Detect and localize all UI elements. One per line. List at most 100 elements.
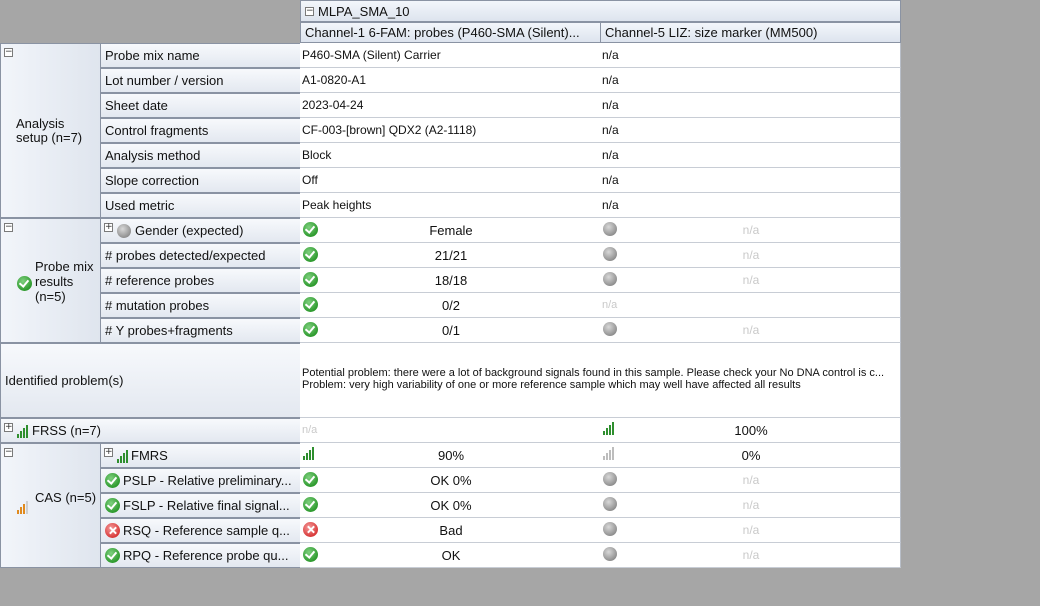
- cas-title: CAS (n=5): [35, 490, 97, 505]
- rpq-c1: OK: [300, 543, 601, 568]
- check-circle-icon: [303, 272, 318, 287]
- c5-value: n/a: [600, 93, 901, 118]
- c1-value: Off: [300, 168, 601, 193]
- fslp-c5: n/a: [600, 493, 901, 518]
- c1-value: Block: [300, 143, 601, 168]
- c5-value: n/a: [600, 118, 901, 143]
- row-label: Probe mix name: [100, 43, 301, 68]
- identified-problems-label: Identified problem(s): [0, 343, 301, 418]
- c5-value: n/a: [600, 168, 901, 193]
- channel5-label: Channel-5 LIZ: size marker (MM500): [605, 25, 818, 40]
- check-circle-icon: [17, 276, 32, 291]
- c1-value: CF-003-[brown] QDX2 (A2-1118): [300, 118, 601, 143]
- signal-bars-icon: [303, 446, 314, 460]
- sample-name: MLPA_SMA_10: [318, 3, 410, 19]
- probes-detected-c1: 21/21: [300, 243, 601, 268]
- frss-label[interactable]: + FRSS (n=7): [0, 418, 301, 443]
- c1-value: Peak heights: [300, 193, 601, 218]
- row-label: # reference probes: [100, 268, 301, 293]
- x-circle-icon: [303, 522, 318, 537]
- fmrs-label[interactable]: + FMRS: [100, 443, 301, 468]
- cas-group: − CAS (n=5): [0, 443, 101, 568]
- signal-bars-icon: [117, 449, 128, 463]
- pslp-label: PSLP - Relative preliminary...: [100, 468, 301, 493]
- expand-icon[interactable]: +: [104, 448, 113, 457]
- grey-circle-icon: [603, 497, 617, 511]
- signal-bars-icon: [17, 500, 28, 514]
- collapse-icon[interactable]: −: [305, 6, 314, 16]
- gender-c1: Female: [300, 218, 601, 243]
- pslp-c1: OK 0%: [300, 468, 601, 493]
- check-circle-icon: [303, 497, 318, 512]
- grey-circle-icon: [603, 522, 617, 536]
- mutation-probes-c1: 0/2: [300, 293, 601, 318]
- row-label: Sheet date: [100, 93, 301, 118]
- fmrs-c1: 90%: [300, 443, 601, 468]
- collapse-icon[interactable]: −: [4, 448, 13, 457]
- grey-circle-icon: [603, 322, 617, 336]
- channel5-header[interactable]: Channel-5 LIZ: size marker (MM500): [600, 22, 901, 43]
- grey-circle-icon: [603, 547, 617, 561]
- row-label: Analysis method: [100, 143, 301, 168]
- frss-c1: n/a: [300, 418, 601, 443]
- check-circle-icon: [105, 498, 120, 513]
- signal-bars-icon: [603, 446, 614, 460]
- c1-value: 2023-04-24: [300, 93, 601, 118]
- row-label: # probes detected/expected: [100, 243, 301, 268]
- check-circle-icon: [303, 247, 318, 262]
- c1-value: A1-0820-A1: [300, 68, 601, 93]
- grey-circle-icon: [603, 247, 617, 261]
- fslp-label: FSLP - Relative final signal...: [100, 493, 301, 518]
- channel1-label: Channel-1 6-FAM: probes (P460-SMA (Silen…: [305, 25, 580, 40]
- expand-icon[interactable]: +: [104, 223, 113, 232]
- expand-icon[interactable]: +: [4, 423, 13, 432]
- check-circle-icon: [303, 472, 318, 487]
- rsq-c5: n/a: [600, 518, 901, 543]
- row-label: Lot number / version: [100, 68, 301, 93]
- check-circle-icon: [303, 222, 318, 237]
- signal-bars-icon: [17, 424, 28, 438]
- row-label: Slope correction: [100, 168, 301, 193]
- probe-mix-group: − Probe mix results (n=5): [0, 218, 101, 343]
- gender-c5: n/a: [600, 218, 901, 243]
- fslp-c1: OK 0%: [300, 493, 601, 518]
- collapse-icon[interactable]: −: [4, 223, 13, 232]
- reference-probes-c5: n/a: [600, 268, 901, 293]
- results-grid: − MLPA_SMA_10 Channel-1 6-FAM: probes (P…: [0, 0, 901, 568]
- gender-label[interactable]: + Gender (expected): [100, 218, 301, 243]
- problem-line-1: Potential problem: there were a lot of b…: [302, 367, 885, 379]
- rsq-label: RSQ - Reference sample q...: [100, 518, 301, 543]
- check-circle-icon: [105, 548, 120, 563]
- row-label: Control fragments: [100, 118, 301, 143]
- pslp-c5: n/a: [600, 468, 901, 493]
- x-circle-icon: [105, 523, 120, 538]
- check-circle-icon: [303, 322, 318, 337]
- identified-problems-text: Potential problem: there were a lot of b…: [300, 343, 901, 418]
- analysis-setup-group: − Analysis setup (n=7): [0, 43, 101, 218]
- c1-value: P460-SMA (Silent) Carrier: [300, 43, 601, 68]
- row-label: # Y probes+fragments: [100, 318, 301, 343]
- rpq-c5: n/a: [600, 543, 901, 568]
- c5-value: n/a: [600, 143, 901, 168]
- channel1-header[interactable]: Channel-1 6-FAM: probes (P460-SMA (Silen…: [300, 22, 601, 43]
- probe-mix-title: Probe mix results (n=5): [35, 259, 94, 304]
- probes-detected-c5: n/a: [600, 243, 901, 268]
- mutation-probes-c5: n/a: [600, 293, 901, 318]
- frss-c5: 100%: [600, 418, 901, 443]
- reference-probes-c1: 18/18: [300, 268, 601, 293]
- collapse-icon[interactable]: −: [4, 48, 13, 57]
- y-probes-c5: n/a: [600, 318, 901, 343]
- check-circle-icon: [303, 297, 318, 312]
- rpq-label: RPQ - Reference probe qu...: [100, 543, 301, 568]
- signal-bars-icon: [603, 421, 614, 435]
- fmrs-c5: 0%: [600, 443, 901, 468]
- problem-line-2: Problem: very high variability of one or…: [302, 379, 801, 391]
- check-circle-icon: [105, 473, 120, 488]
- check-circle-icon: [303, 547, 318, 562]
- row-label: # mutation probes: [100, 293, 301, 318]
- grey-circle-icon: [117, 223, 131, 238]
- c5-value: n/a: [600, 43, 901, 68]
- c5-value: n/a: [600, 193, 901, 218]
- grey-circle-icon: [603, 222, 617, 236]
- sample-header[interactable]: − MLPA_SMA_10: [300, 0, 901, 22]
